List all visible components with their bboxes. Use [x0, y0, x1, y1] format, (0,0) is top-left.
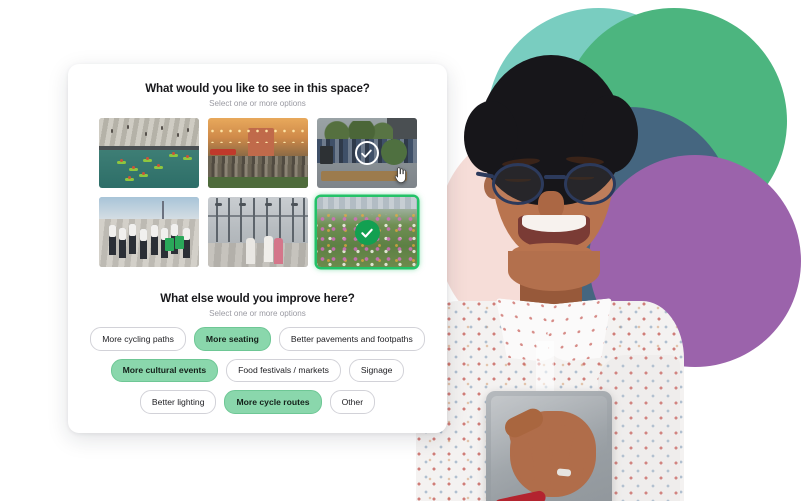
glasses-temple [475, 171, 495, 179]
chip-food-festivals-markets[interactable]: Food festivals / markets [226, 358, 341, 383]
image-option-wildflower-meadow-planting[interactable] [316, 197, 417, 267]
chip-more-cultural-events[interactable]: More cultural events [110, 358, 219, 383]
chip-better-lighting[interactable]: Better lighting [139, 390, 217, 414]
glasses-bridge [544, 175, 566, 179]
hand [501, 405, 596, 497]
image-option-outdoor-market-with-string-lights[interactable] [207, 118, 308, 188]
question-1-block: What would you like to see in this space… [90, 82, 425, 267]
survey-card: What would you like to see in this space… [68, 64, 447, 433]
photo-kayaks-on-canal [98, 118, 199, 188]
image-option-people-walking-on-promenade[interactable] [98, 197, 199, 267]
chip-better-pavements-and-footpaths[interactable]: Better pavements and footpaths [278, 327, 425, 351]
question-2-subtitle: Select one or more options [209, 309, 306, 318]
chip-row: More cycling paths More seating Better p… [90, 327, 425, 351]
selected-check-icon [354, 220, 380, 245]
chip-row: More cultural events Food festivals / ma… [90, 358, 425, 383]
photo-outdoor-market-with-string-lights [207, 118, 308, 188]
chip-more-cycle-routes[interactable]: More cycle routes [224, 390, 322, 414]
chip-more-seating[interactable]: More seating [193, 327, 271, 351]
image-option-tree-lined-walkway[interactable] [207, 197, 308, 267]
glasses-lens-right [564, 163, 616, 205]
image-option-outdoor-seating-terrace[interactable] [316, 118, 417, 188]
question-1-title: What would you like to see in this space… [145, 82, 370, 95]
chip-other[interactable]: Other [329, 390, 376, 414]
question-2-block: What else would you improve here? Select… [90, 292, 425, 414]
photo-tree-lined-walkway [207, 197, 308, 267]
image-option-kayaks-on-canal[interactable] [98, 118, 199, 188]
chip-more-cycling-paths[interactable]: More cycling paths [90, 327, 186, 351]
photo-people-walking-on-promenade [98, 197, 199, 267]
chin [508, 251, 600, 291]
question-2-title: What else would you improve here? [160, 292, 355, 305]
mouse-cursor-hand-icon [394, 167, 406, 183]
glasses-icon [475, 163, 620, 205]
page-root: What would you like to see in this space… [0, 0, 801, 501]
glasses-lens-left [492, 163, 544, 205]
chip-row: Better lighting More cycle routes Other [90, 390, 425, 414]
teeth [522, 215, 586, 232]
finger [530, 424, 553, 492]
question-1-subtitle: Select one or more options [209, 99, 306, 108]
ring [556, 468, 572, 477]
hover-check-icon [354, 141, 379, 165]
chip-options: More cycling paths More seating Better p… [90, 327, 425, 414]
chip-signage[interactable]: Signage [348, 358, 405, 383]
image-option-grid [90, 118, 425, 267]
